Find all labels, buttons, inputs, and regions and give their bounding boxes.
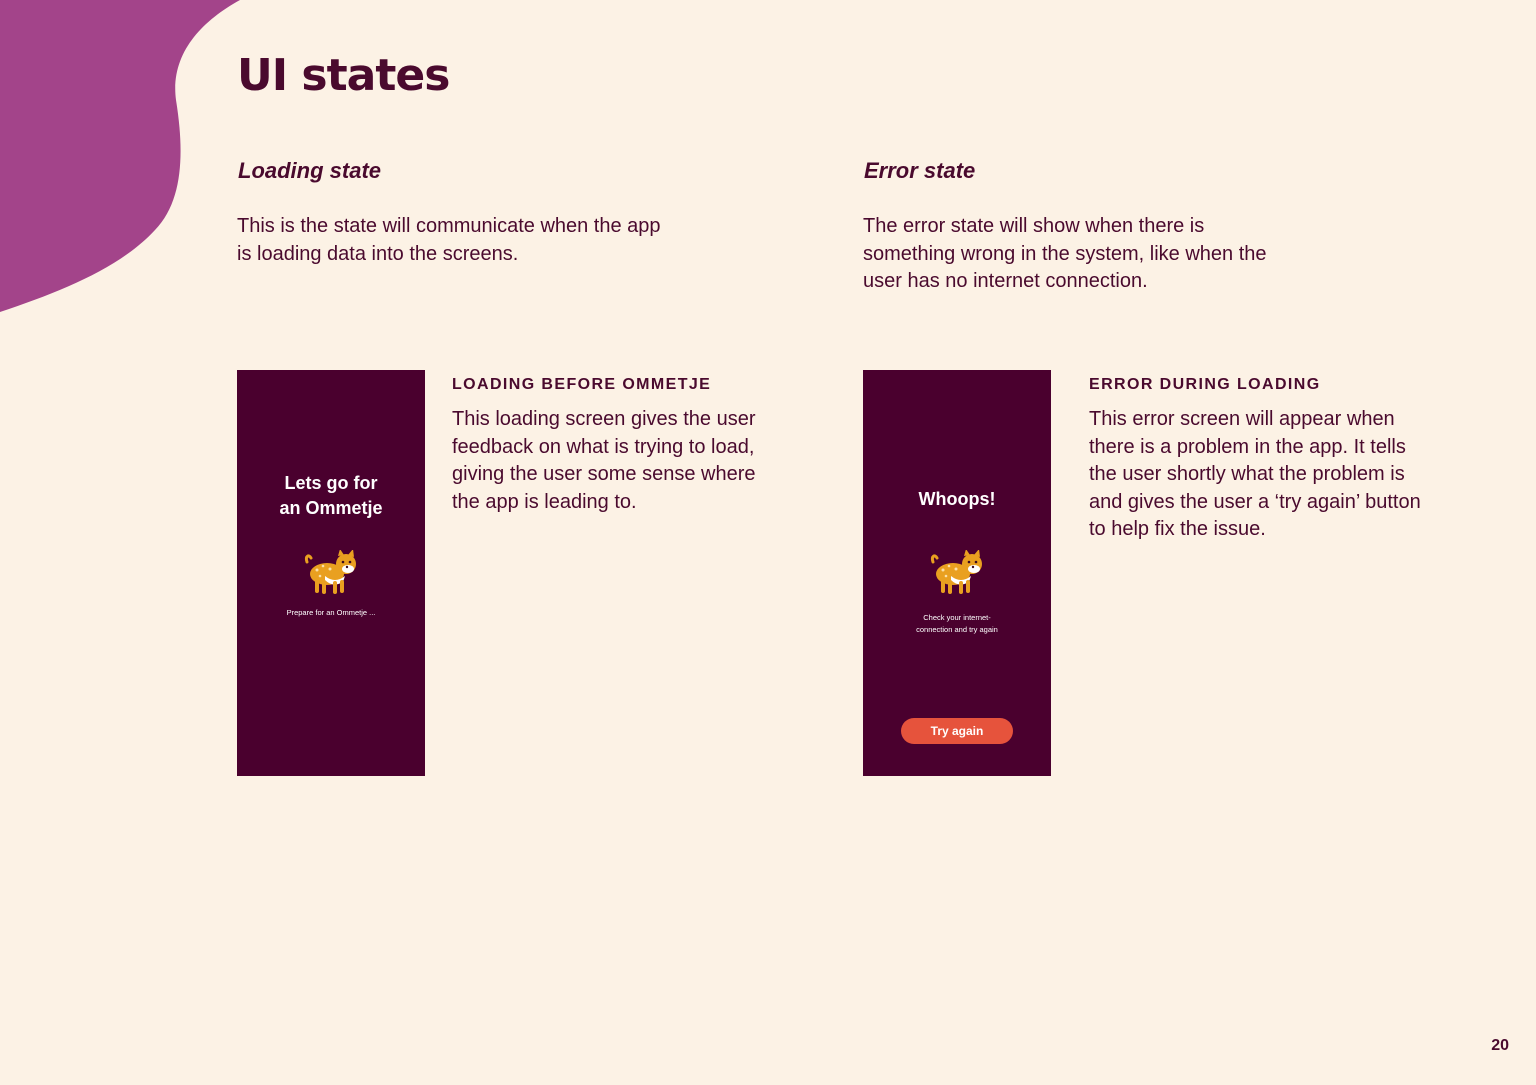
error-phone-heading: Whoops! bbox=[918, 489, 996, 509]
error-state-heading: Error state bbox=[864, 158, 976, 183]
loading-state-description: This is the state will communicate when … bbox=[237, 215, 661, 265]
loading-phone-subtext: Prepare for an Ommetje ... bbox=[286, 608, 376, 617]
try-again-button[interactable]: Try again bbox=[901, 718, 1013, 744]
error-phone-screen: Whoops! Check your internet- connection … bbox=[863, 370, 1051, 776]
loading-card-description: This loading screen gives the user feedb… bbox=[452, 408, 756, 513]
decorative-blob bbox=[0, 0, 240, 312]
page-number: 20 bbox=[1491, 1037, 1509, 1054]
loading-phone-heading: Lets go for an Ommetje bbox=[279, 473, 383, 518]
loading-card-label: LOADING BEFORE OMMETJE bbox=[452, 376, 712, 393]
page-title: UI states bbox=[237, 50, 450, 101]
cheetah-mascot-icon bbox=[931, 550, 982, 594]
error-state-description: The error state will show when there is … bbox=[863, 215, 1267, 292]
loading-phone-screen: Lets go for an Ommetje Prepare for an Om… bbox=[237, 370, 425, 776]
cheetah-mascot-icon bbox=[305, 550, 356, 594]
error-card-description: This error screen will appear when there… bbox=[1089, 408, 1421, 540]
error-phone-subtext: Check your internet- connection and try … bbox=[916, 613, 998, 634]
loading-state-heading: Loading state bbox=[238, 158, 382, 183]
error-card-label: ERROR DURING LOADING bbox=[1089, 376, 1321, 393]
